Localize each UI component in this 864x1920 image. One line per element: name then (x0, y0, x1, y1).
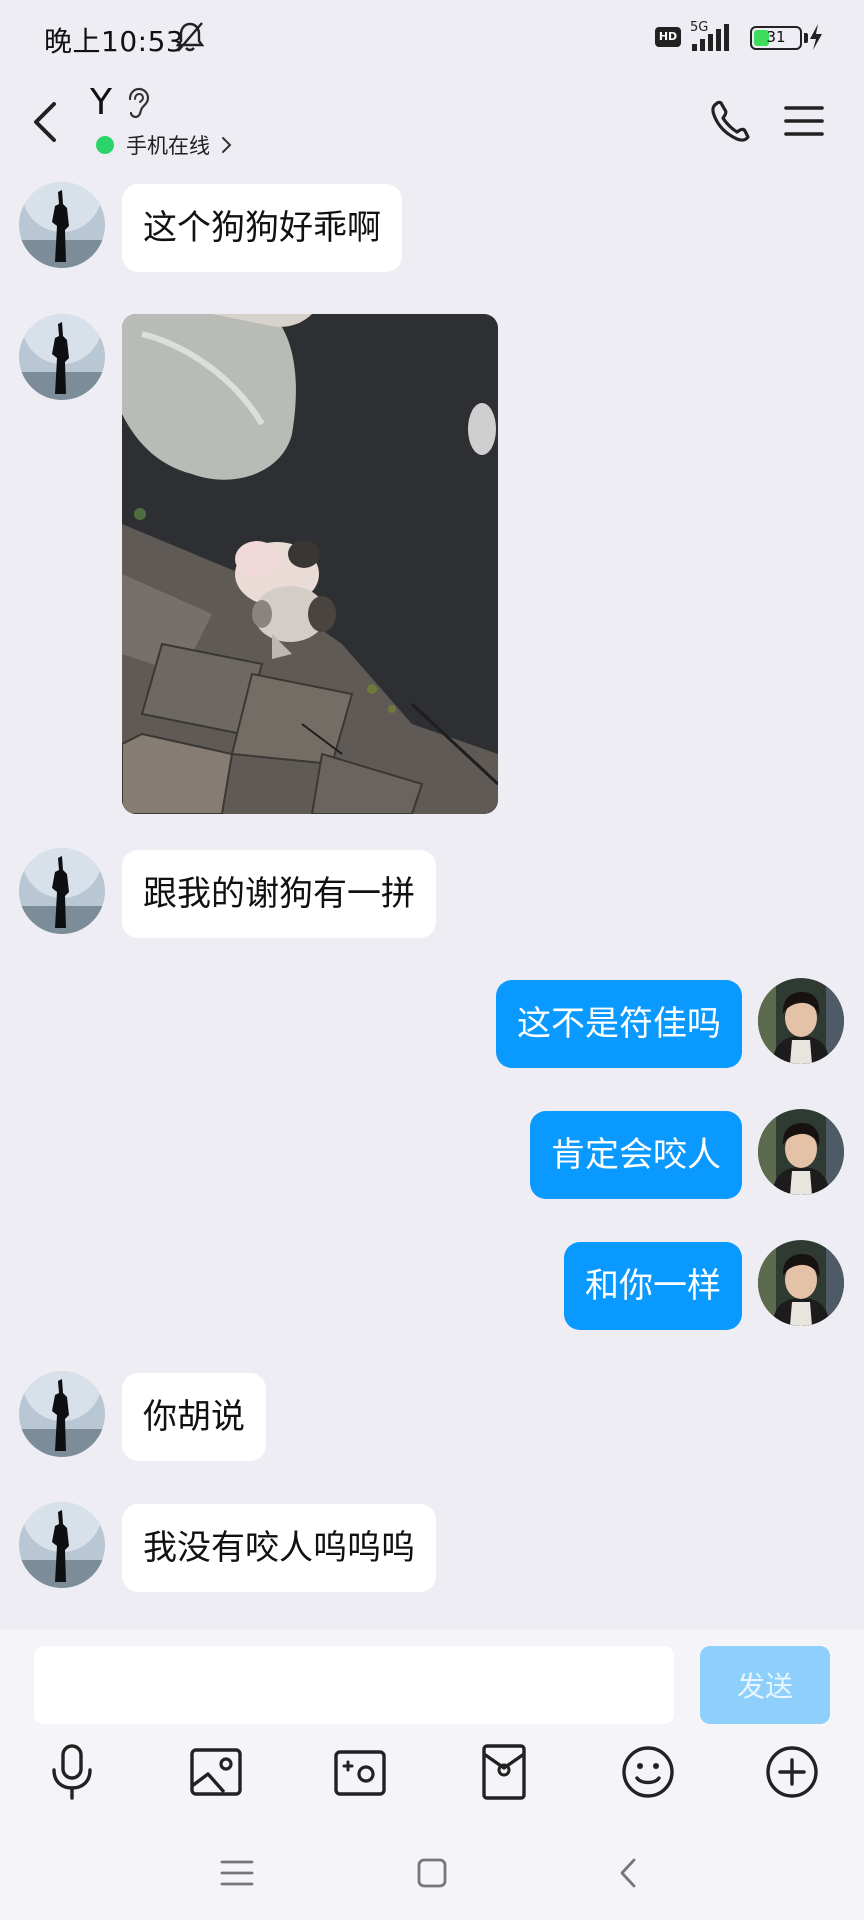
hd-badge: HD (655, 27, 681, 47)
message-bubble[interactable]: 肯定会咬人 (530, 1111, 742, 1199)
message-bubble[interactable]: 你胡说 (122, 1373, 266, 1461)
menu-nav-icon[interactable] (212, 1848, 262, 1898)
my-avatar[interactable] (758, 1240, 844, 1326)
message-bubble[interactable]: 和你一样 (564, 1242, 742, 1330)
bell-muted-icon (175, 22, 205, 52)
home-nav-icon[interactable] (407, 1848, 457, 1898)
contact-name[interactable]: Y (90, 82, 112, 123)
menu-icon[interactable] (778, 96, 830, 146)
chevron-right-icon (222, 137, 232, 153)
dog-photo[interactable] (122, 314, 498, 814)
message-bubble[interactable]: 跟我的谢狗有一拼 (122, 850, 436, 938)
message-received: 你胡说 (0, 1371, 864, 1461)
message-bubble[interactable]: 我没有咬人呜呜呜 (122, 1504, 436, 1592)
message-received: 跟我的谢狗有一拼 (0, 848, 864, 938)
back-icon[interactable] (22, 92, 72, 152)
message-received-image (0, 314, 864, 814)
contact-avatar[interactable] (19, 314, 105, 400)
send-button[interactable]: 发送 (700, 1646, 830, 1724)
online-dot-icon (96, 136, 114, 154)
message-sent: 肯定会咬人 (0, 1109, 864, 1199)
my-avatar[interactable] (758, 978, 844, 1064)
contact-avatar[interactable] (19, 848, 105, 934)
my-avatar[interactable] (758, 1109, 844, 1195)
message-list[interactable]: 这个狗狗好乖啊 跟我的谢狗有一拼 这不是符佳吗 肯定会咬人 和你一样 你胡说 我… (0, 172, 864, 1630)
message-bubble[interactable]: 这不是符佳吗 (496, 980, 742, 1068)
message-received: 我没有咬人呜呜呜 (0, 1502, 864, 1592)
phone-icon[interactable] (704, 92, 754, 152)
red-packet-icon[interactable] (472, 1740, 536, 1804)
plus-icon[interactable] (760, 1740, 824, 1804)
microphone-icon[interactable] (40, 1740, 104, 1804)
signal-icon (692, 24, 729, 51)
message-input[interactable] (34, 1646, 674, 1724)
charging-icon (810, 24, 822, 50)
message-sent: 这不是符佳吗 (0, 978, 864, 1068)
battery-icon: 31 (750, 26, 802, 50)
emoji-icon[interactable] (616, 1740, 680, 1804)
contact-avatar[interactable] (19, 1502, 105, 1588)
contact-avatar[interactable] (19, 182, 105, 268)
online-status: 手机在线 (126, 134, 210, 158)
ear-icon (128, 87, 150, 119)
message-received: 这个狗狗好乖啊 (0, 182, 864, 272)
status-bar: 晚上10:53 HD 5G 31 (0, 0, 864, 78)
message-sent: 和你一样 (0, 1240, 864, 1330)
back-nav-icon[interactable] (604, 1848, 654, 1898)
status-time: 晚上10:53 (44, 25, 185, 58)
message-bubble[interactable]: 这个狗狗好乖啊 (122, 184, 402, 272)
contact-avatar[interactable] (19, 1371, 105, 1457)
camera-icon[interactable] (328, 1740, 392, 1804)
input-area: 发送 (0, 1630, 864, 1920)
image-icon[interactable] (184, 1740, 248, 1804)
chat-header: Y 手机在线 (0, 78, 864, 172)
battery-level: 31 (766, 28, 786, 46)
